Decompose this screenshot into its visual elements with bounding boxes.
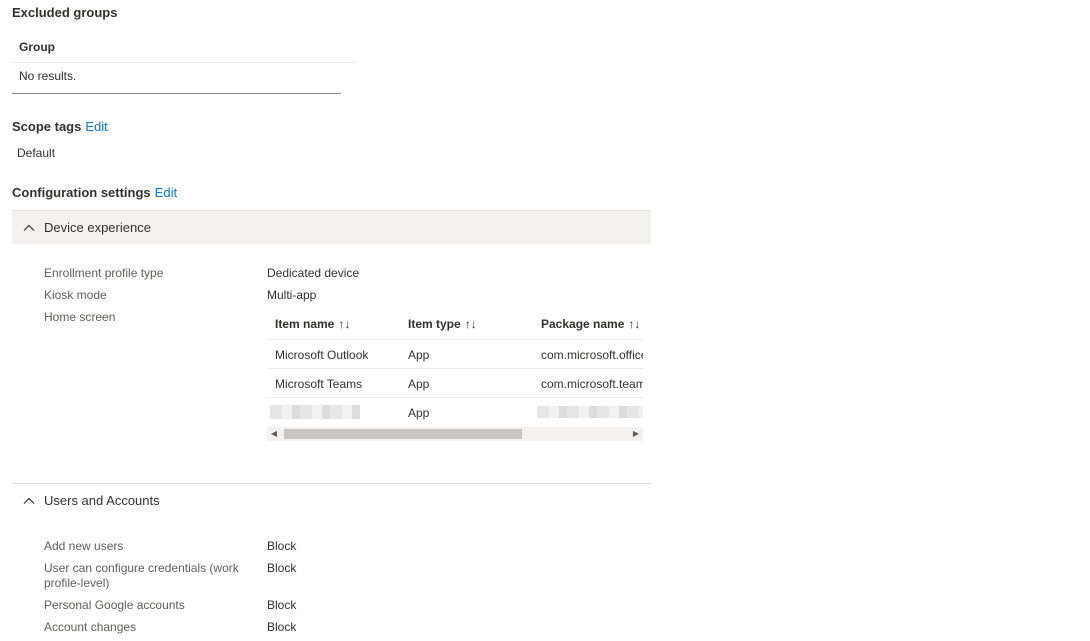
table-cell-item-type: App xyxy=(408,377,430,391)
horizontal-scrollbar[interactable]: ◀ ▶ xyxy=(267,427,643,441)
scope-tags-edit-link[interactable]: Edit xyxy=(85,119,107,134)
account-changes-label: Account changes xyxy=(44,620,137,634)
chevron-up-icon xyxy=(23,497,35,504)
enrollment-profile-type-label: Enrollment profile type xyxy=(44,266,164,280)
kiosk-mode-value: Multi-app xyxy=(267,288,317,302)
package-name-column-header[interactable]: Package name ↑↓ xyxy=(541,317,640,331)
table-cell-item-type: App xyxy=(408,406,430,420)
add-new-users-value: Block xyxy=(267,539,297,553)
table-cell-item-name: Microsoft Teams xyxy=(275,377,363,391)
add-new-users-label: Add new users xyxy=(44,539,124,553)
enrollment-profile-type-value: Dedicated device xyxy=(267,266,360,280)
table-cell-item-name: Microsoft Outlook xyxy=(275,348,369,362)
home-screen-table: Item name ↑↓ Item type ↑↓ Package name ↑↓ M… xyxy=(267,310,643,441)
group-column-header: Group xyxy=(19,40,55,54)
table-divider xyxy=(267,397,643,398)
configure-credentials-label: User can configure credentials (work pro… xyxy=(44,561,239,590)
table-cell-item-type: App xyxy=(408,348,430,362)
table-divider xyxy=(267,368,643,369)
groups-table-divider xyxy=(12,93,341,94)
device-experience-section-header[interactable]: Device experience xyxy=(12,210,651,244)
scroll-right-icon[interactable]: ▶ xyxy=(629,427,643,441)
table-cell-package-name: com.microsoft.team xyxy=(541,377,643,391)
scope-tags-title: Scope tags xyxy=(12,119,82,134)
redacted-package-name xyxy=(537,406,643,418)
sort-icon: ↑↓ xyxy=(338,317,351,331)
users-and-accounts-section-header[interactable]: Users and Accounts xyxy=(12,483,651,517)
groups-table-header: Group xyxy=(12,34,358,63)
scrollbar-thumb[interactable] xyxy=(284,429,522,439)
account-changes-value: Block xyxy=(267,620,297,634)
chevron-up-icon xyxy=(23,224,35,231)
groups-empty-text: No results. xyxy=(19,69,77,83)
scroll-left-icon[interactable]: ◀ xyxy=(267,427,281,441)
table-cell-package-name: com.microsoft.office xyxy=(541,348,643,362)
excluded-groups-heading: Excluded groups xyxy=(12,5,118,20)
sort-icon: ↑↓ xyxy=(628,317,641,331)
home-screen-label: Home screen xyxy=(44,310,116,324)
sort-icon: ↑↓ xyxy=(464,317,477,331)
personal-google-accounts-label: Personal Google accounts xyxy=(44,598,185,612)
item-type-column-header[interactable]: Item type ↑↓ xyxy=(408,317,477,331)
excluded-groups-table: Group No results. xyxy=(12,34,358,94)
scope-tag-value: Default xyxy=(17,146,56,160)
configuration-settings-edit-link[interactable]: Edit xyxy=(155,185,177,200)
kiosk-mode-label: Kiosk mode xyxy=(44,288,107,302)
personal-google-accounts-value: Block xyxy=(267,598,297,612)
table-divider xyxy=(267,339,643,340)
configure-credentials-value: Block xyxy=(267,561,297,575)
users-and-accounts-title: Users and Accounts xyxy=(44,493,160,508)
device-experience-title: Device experience xyxy=(44,220,151,235)
configuration-settings-heading: Configuration settings Edit xyxy=(12,185,177,200)
configuration-settings-title: Configuration settings xyxy=(12,185,151,200)
item-name-column-header[interactable]: Item name ↑↓ xyxy=(275,317,350,331)
scope-tags-heading: Scope tags Edit xyxy=(12,119,108,134)
redacted-item-name xyxy=(270,405,360,419)
